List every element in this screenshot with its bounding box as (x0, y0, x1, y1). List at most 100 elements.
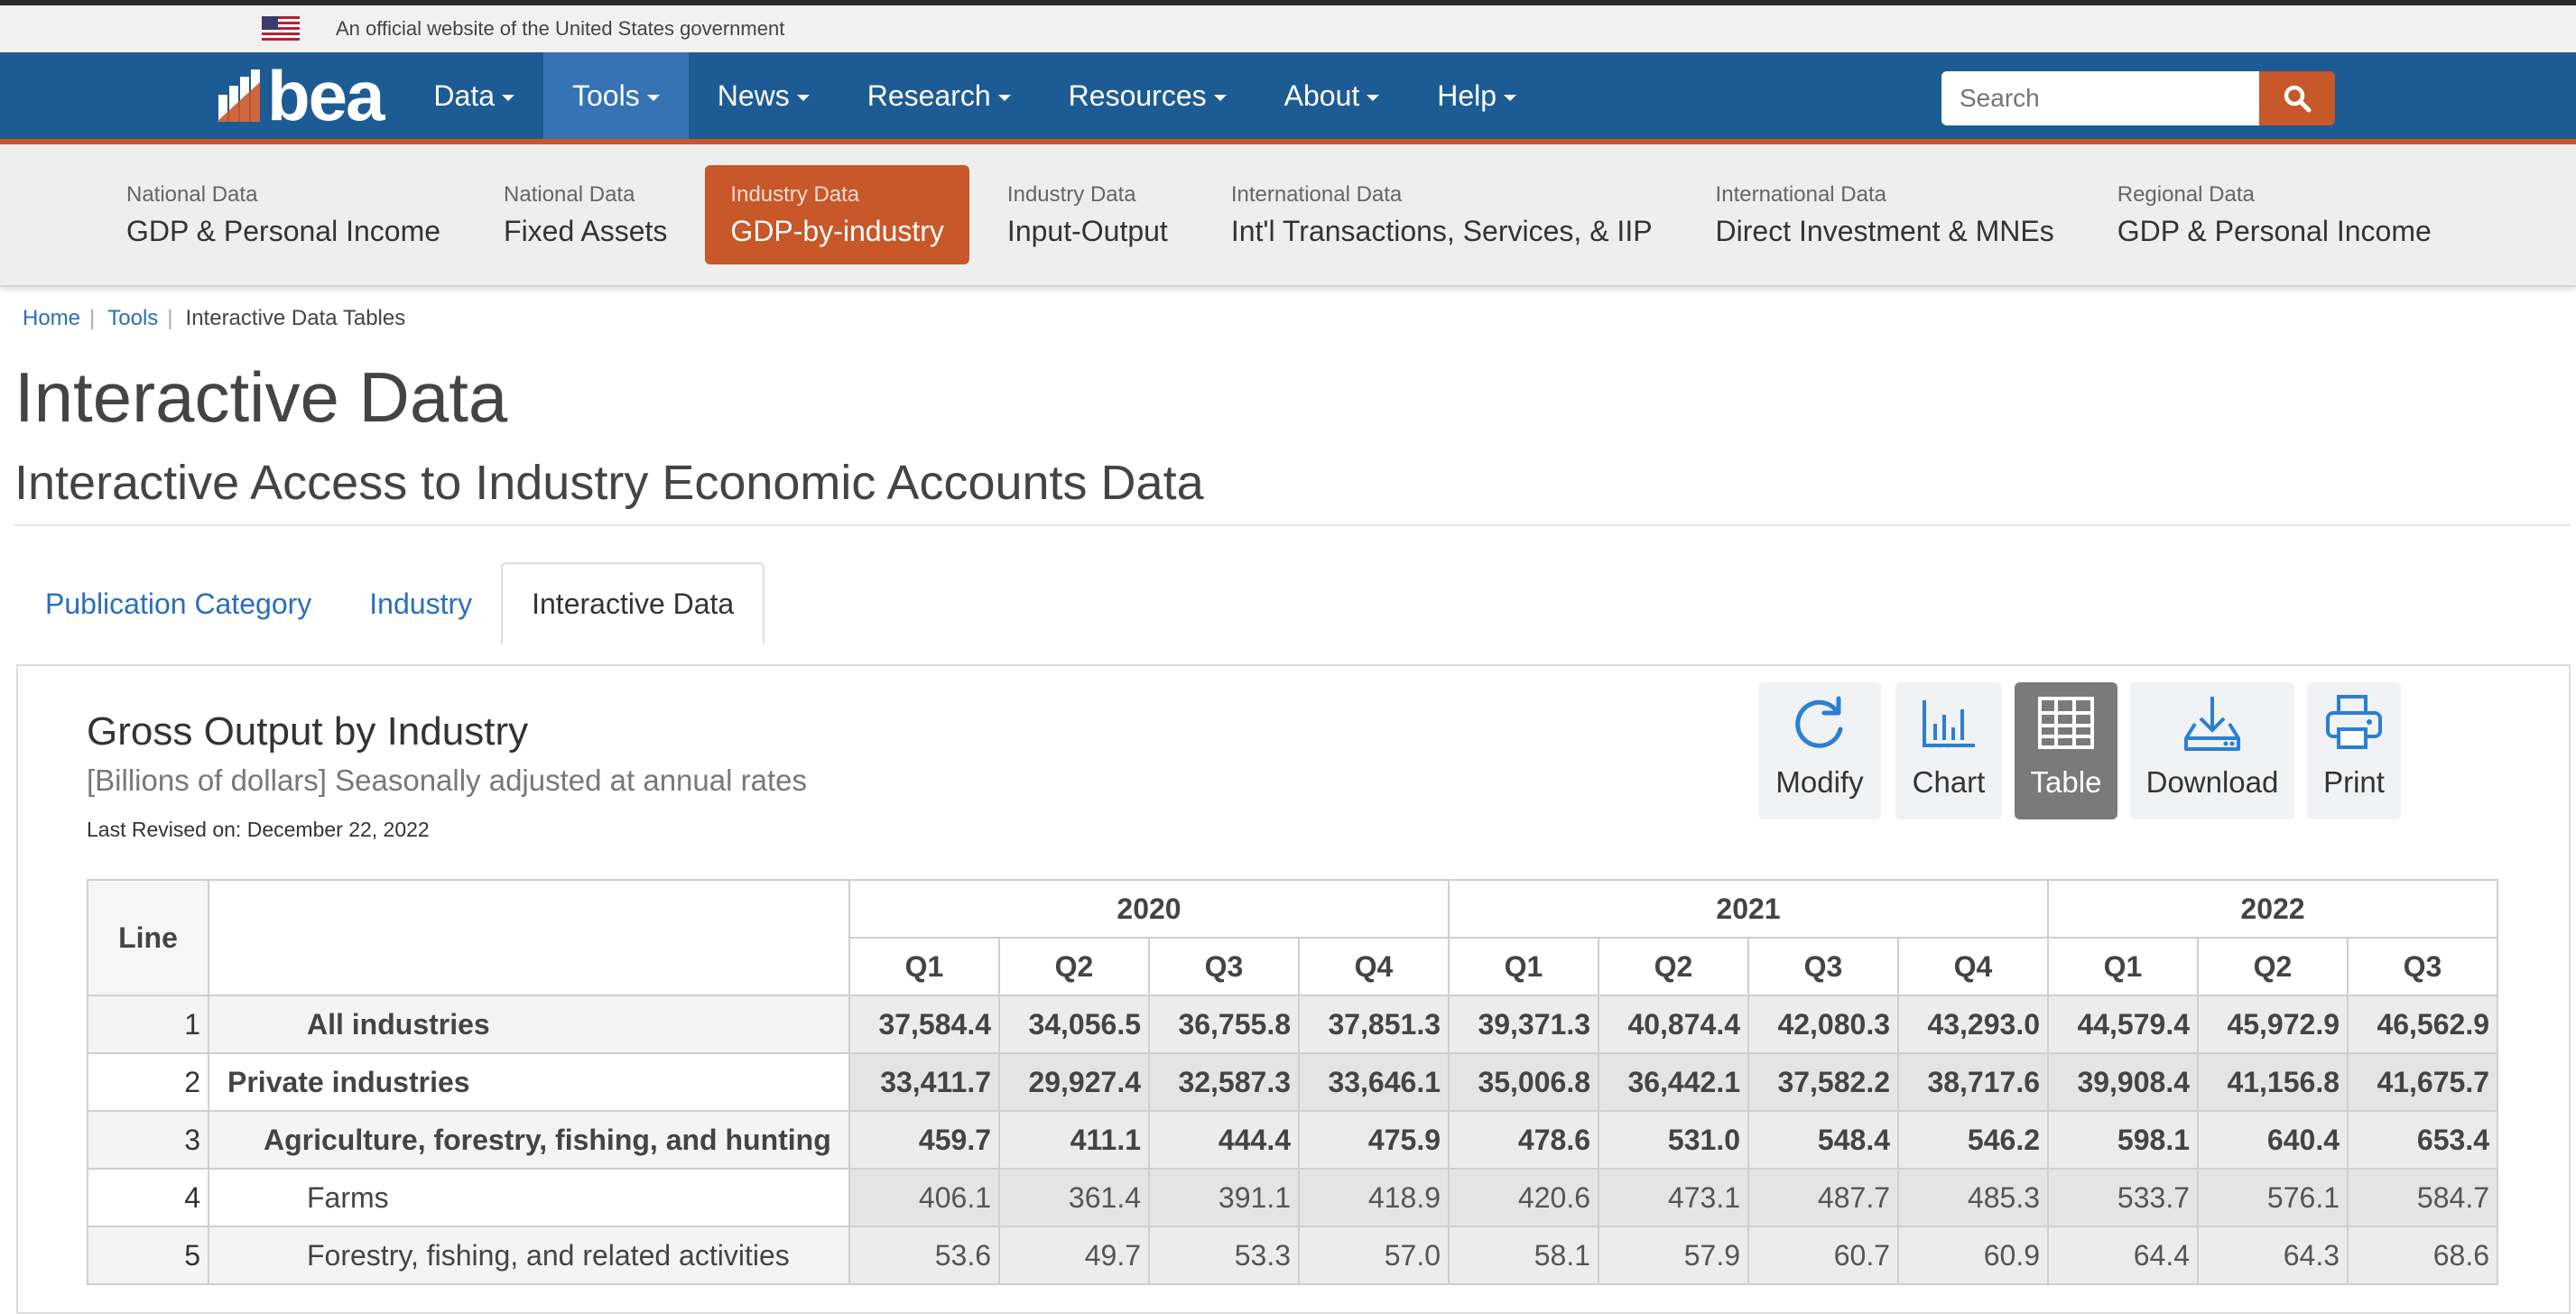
nav-item-research[interactable]: Research (839, 52, 1040, 139)
industry-name[interactable]: All industries (208, 995, 850, 1054)
table-title: Gross Output by Industry (87, 709, 529, 754)
nav-item-resources[interactable]: Resources (1040, 52, 1256, 139)
value-cell: 41,675.7 (2347, 1052, 2498, 1112)
subnav-category: International Data (1715, 181, 1887, 207)
subnav-category: Industry Data (730, 181, 860, 207)
quarter-header: Q4 (1298, 937, 1450, 996)
printer-icon (2326, 695, 2382, 749)
line-number: 5 (87, 1226, 209, 1285)
line-number: 4 (87, 1168, 209, 1227)
page-title: Interactive Data (14, 357, 508, 437)
breadcrumb-separator: | (167, 306, 173, 330)
breadcrumb-tools[interactable]: Tools (107, 306, 158, 331)
subnav-input-output[interactable]: Industry Data Input-Output (982, 165, 1193, 264)
download-label: Download (2145, 765, 2279, 799)
value-cell: 45,972.9 (2197, 995, 2349, 1054)
value-cell: 361.4 (998, 1168, 1150, 1227)
value-cell: 546.2 (1897, 1110, 2049, 1170)
value-cell: 35,006.8 (1448, 1052, 1599, 1112)
modify-label: Modify (1775, 765, 1864, 799)
value-cell: 420.6 (1448, 1168, 1599, 1227)
subnav-regional-gdp[interactable]: Regional Data GDP & Personal Income (2092, 165, 2457, 264)
last-revised: Last Revised on: December 22, 2022 (87, 818, 430, 841)
value-cell: 41,156.8 (2197, 1052, 2349, 1112)
subnav-label: Int'l Transactions, Services, & IIP (1230, 214, 1653, 247)
bea-logo-mark-icon (217, 69, 260, 122)
print-button[interactable]: Print (2307, 682, 2401, 819)
subnav-fixed-assets[interactable]: National Data Fixed Assets (478, 165, 692, 264)
line-header: Line (87, 879, 209, 996)
value-cell: 40,874.4 (1598, 995, 1749, 1054)
value-cell: 29,927.4 (998, 1052, 1150, 1112)
subnav-label: Input-Output (1006, 214, 1168, 247)
nav-item-about[interactable]: About (1256, 52, 1409, 139)
value-cell: 598.1 (2047, 1110, 2199, 1170)
subnav-gdp-by-industry[interactable]: Industry Data GDP-by-industry (705, 165, 969, 264)
gov-banner: An official website of the United States… (0, 5, 2576, 52)
search-button[interactable] (2259, 71, 2335, 125)
table-label: Table (2030, 765, 2102, 799)
download-icon (2184, 697, 2240, 751)
value-cell: 46,562.9 (2347, 995, 2498, 1054)
line-number: 2 (87, 1052, 209, 1112)
value-cell: 37,851.3 (1298, 995, 1450, 1054)
quarter-header: Q1 (848, 937, 1000, 996)
industry-name[interactable]: Forestry, fishing, and related activitie… (208, 1226, 850, 1285)
nav-item-label: Help (1437, 79, 1497, 112)
tab-interactive-data[interactable]: Interactive Data (501, 562, 765, 646)
industry-name[interactable]: Farms (208, 1168, 850, 1227)
value-cell: 533.7 (2047, 1168, 2199, 1227)
value-cell: 39,371.3 (1448, 995, 1599, 1054)
nav-item-label: Tools (572, 79, 640, 112)
industry-name[interactable]: Agriculture, forestry, fishing, and hunt… (208, 1110, 850, 1170)
subnav-label: GDP & Personal Income (2117, 214, 2432, 247)
chart-button[interactable]: Chart (1895, 682, 2002, 819)
bea-logo-text: bea (267, 56, 385, 135)
value-cell: 38,717.6 (1897, 1052, 2049, 1112)
subnav-label: GDP & Personal Income (126, 214, 441, 247)
divider (14, 524, 2571, 527)
quarter-header: Q3 (1148, 937, 1300, 996)
download-button[interactable]: Download (2130, 682, 2294, 819)
subnav-intl-transactions[interactable]: International Data Int'l Transactions, Se… (1206, 165, 1678, 264)
nav-item-help[interactable]: Help (1408, 52, 1545, 139)
value-cell: 60.9 (1897, 1226, 2049, 1285)
nav-item-data[interactable]: Data (404, 52, 543, 139)
nav-item-label: About (1283, 79, 1360, 112)
value-cell: 44,579.4 (2047, 995, 2199, 1054)
subnav-category: National Data (126, 181, 258, 207)
table-units: [Billions of dollars] Seasonally adjuste… (87, 763, 807, 797)
quarter-header: Q4 (1897, 937, 2049, 996)
caret-down-icon (646, 94, 660, 101)
tab-publication-category[interactable]: Publication Category (16, 562, 340, 645)
nav-item-label: Resources (1068, 79, 1207, 112)
value-cell: 39,908.4 (2047, 1052, 2199, 1112)
nav-item-label: Research (866, 79, 991, 112)
search-input[interactable] (1941, 71, 2259, 125)
table-button[interactable]: Table (2015, 682, 2117, 819)
bar-chart-icon (1923, 700, 1975, 747)
industry-name[interactable]: Private industries (208, 1052, 850, 1112)
value-cell: 411.1 (998, 1110, 1150, 1170)
modify-button[interactable]: Modify (1758, 682, 1881, 819)
nav-item-news[interactable]: News (689, 52, 839, 139)
subnav-direct-investment[interactable]: International Data Direct Investment & MN… (1691, 165, 2080, 264)
subnav-national-gdp[interactable]: National Data GDP & Personal Income (101, 165, 466, 264)
caret-down-icon (1213, 94, 1227, 101)
subnav-label: Direct Investment & MNEs (1715, 214, 2054, 247)
value-cell: 68.6 (2347, 1226, 2498, 1285)
bea-logo[interactable]: bea (217, 52, 385, 139)
industry-header (208, 879, 850, 996)
tab-bar: Publication Category Industry Interactiv… (16, 562, 2576, 646)
value-cell: 485.3 (1897, 1168, 2049, 1227)
breadcrumb-home[interactable]: Home (23, 306, 80, 331)
breadcrumb-separator: | (89, 306, 96, 330)
nav-item-tools[interactable]: Tools (543, 52, 689, 139)
quarter-header: Q3 (2347, 937, 2498, 996)
table-grid-icon (2038, 697, 2094, 749)
value-cell: 36,755.8 (1148, 995, 1300, 1054)
value-cell: 475.9 (1298, 1110, 1450, 1170)
value-cell: 58.1 (1448, 1226, 1599, 1285)
tab-industry[interactable]: Industry (340, 562, 501, 645)
value-cell: 473.1 (1598, 1168, 1749, 1227)
